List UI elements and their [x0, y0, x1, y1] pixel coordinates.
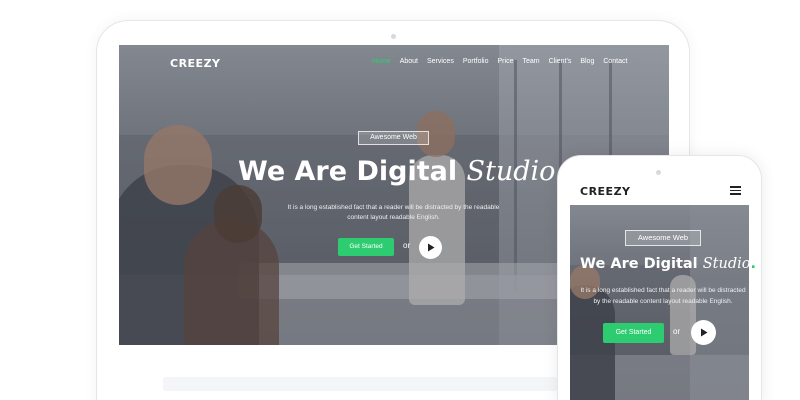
mobile-or-separator: or: [673, 327, 681, 336]
nav-item-home[interactable]: Home: [372, 58, 391, 65]
mobile-site-logo[interactable]: CREEZY: [580, 185, 631, 198]
phone-camera: [656, 170, 661, 175]
nav-item-team[interactable]: Team: [522, 58, 539, 65]
or-separator: or: [403, 241, 411, 250]
play-icon: [427, 243, 434, 252]
hero-subtitle-line: content layout readable English.: [347, 214, 440, 221]
mobile-headline-dot: .: [750, 256, 756, 272]
play-icon: [700, 328, 707, 337]
mobile-headline-italic: Studio: [702, 256, 751, 272]
nav-item-price[interactable]: Price: [498, 58, 514, 65]
main-navigation: Home About Services Portfolio Price Team…: [372, 58, 627, 65]
mobile-headline-plain: We Are Digital: [580, 256, 698, 272]
tablet-camera: [391, 34, 396, 39]
nav-item-about[interactable]: About: [400, 58, 418, 65]
tablet-content-placeholder: [163, 377, 557, 391]
mobile-hero-subtitle-line: It is a long established fact that a rea…: [580, 287, 746, 294]
nav-item-clients[interactable]: Client's: [549, 58, 572, 65]
hero-subtitle-line: It is a long established fact that a rea…: [287, 204, 500, 211]
mobile-get-started-button[interactable]: Get Started: [603, 323, 664, 343]
hero-headline: We Are Digital Studio.: [238, 152, 566, 192]
site-logo[interactable]: CREEZY: [170, 57, 221, 70]
mobile-hero-badge: Awesome Web: [625, 230, 701, 246]
mobile-hero-headline: We Are Digital Studio.: [580, 252, 756, 276]
headline-plain: We Are Digital: [238, 156, 458, 187]
hero-badge: Awesome Web: [358, 131, 429, 145]
mobile-hero-subtitle-line: by the readable content layout readable …: [593, 298, 733, 305]
headline-italic: Studio: [466, 156, 556, 187]
nav-item-portfolio[interactable]: Portfolio: [463, 58, 489, 65]
hamburger-menu-icon[interactable]: [730, 186, 741, 195]
get-started-button[interactable]: Get Started: [338, 238, 394, 256]
hero-subtitle: It is a long established fact that a rea…: [262, 203, 525, 223]
mobile-play-video-button[interactable]: [691, 320, 716, 345]
nav-item-contact[interactable]: Contact: [603, 58, 627, 65]
mobile-hero-subtitle: It is a long established fact that a rea…: [576, 285, 750, 307]
nav-item-blog[interactable]: Blog: [580, 58, 594, 65]
nav-item-services[interactable]: Services: [427, 58, 454, 65]
play-video-button[interactable]: [419, 236, 442, 259]
